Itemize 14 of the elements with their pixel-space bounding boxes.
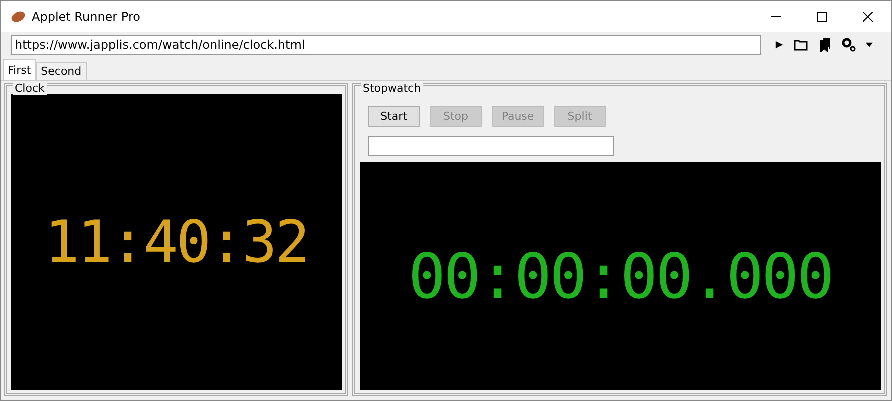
football-icon	[11, 10, 26, 22]
bookmarks-icon[interactable]	[818, 38, 832, 52]
tab[interactable]: Second	[36, 62, 87, 80]
clock-time: 11:40:32	[44, 208, 308, 276]
gears-icon[interactable]	[842, 38, 856, 52]
address-field[interactable]: https://www.japplis.com/watch/online/clock.html	[11, 35, 761, 55]
stopwatch-button[interactable]: Start	[368, 106, 420, 127]
folder-icon[interactable]	[794, 38, 808, 52]
group-title: Clock	[13, 82, 47, 95]
tab[interactable]: First	[3, 59, 36, 80]
window-title: Applet Runner Pro	[32, 10, 140, 24]
group-title: Stopwatch	[361, 82, 424, 95]
stopwatch-time: 00:00:00.000	[408, 240, 832, 312]
text-field[interactable]	[368, 136, 614, 156]
